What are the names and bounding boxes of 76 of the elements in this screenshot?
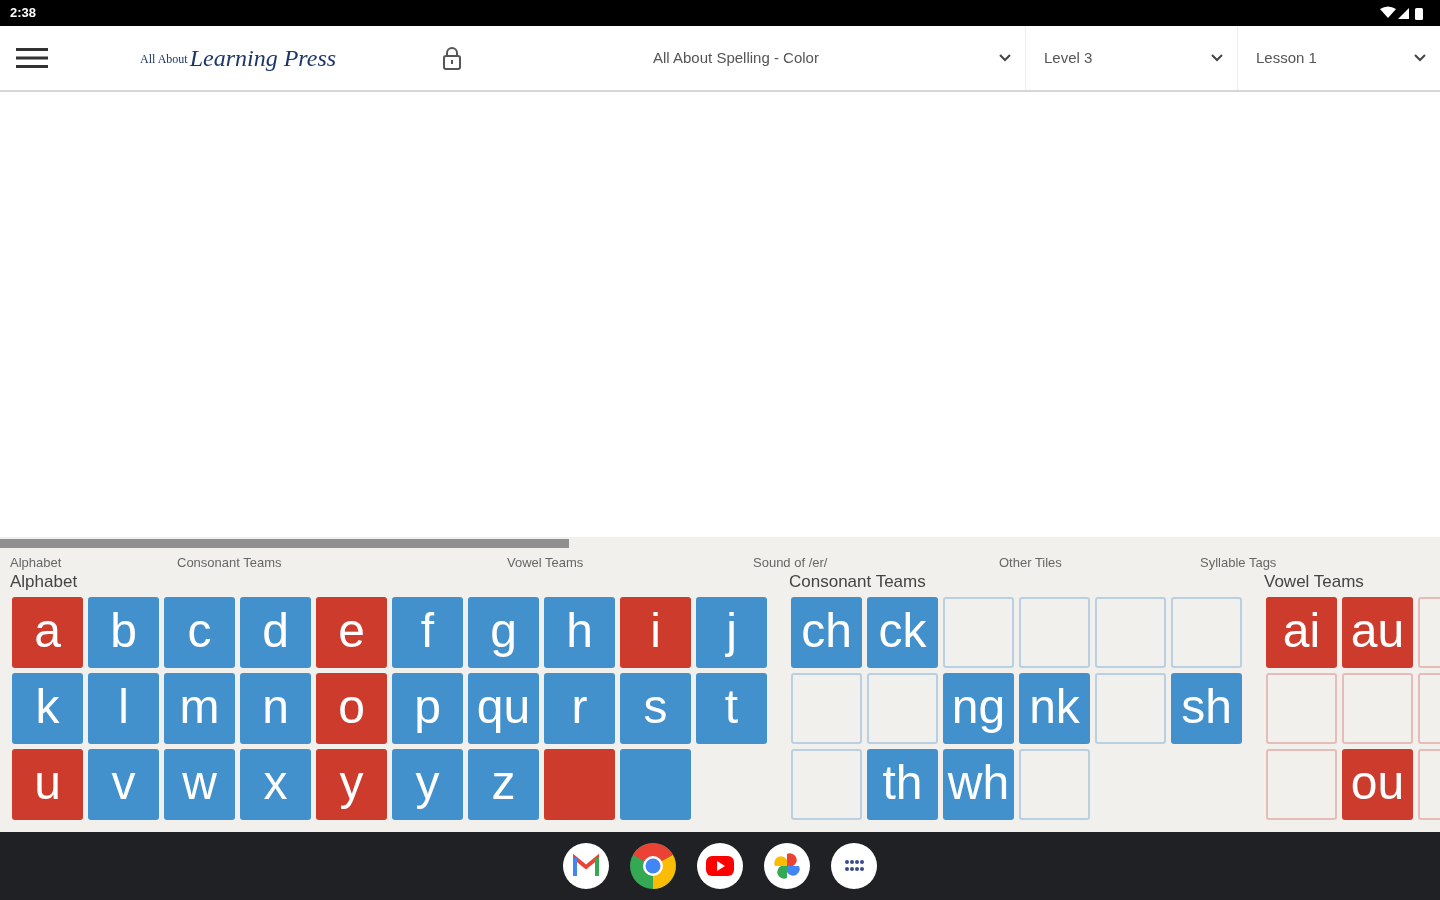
blank-tile[interactable] [620, 749, 691, 820]
letter-tile[interactable]: b [88, 597, 159, 668]
letter-tile[interactable]: f [392, 597, 463, 668]
logo: All AboutLearning Press [140, 46, 338, 70]
empty-slot[interactable] [943, 597, 1014, 668]
empty-slot[interactable] [791, 673, 862, 744]
empty-slot[interactable] [1019, 749, 1090, 820]
letter-tile[interactable]: j [696, 597, 767, 668]
letter-tile[interactable]: ai [1266, 597, 1337, 668]
empty-slot[interactable] [1266, 749, 1337, 820]
letter-tile[interactable]: th [867, 749, 938, 820]
pinwheel-icon[interactable] [764, 843, 810, 889]
section-tab[interactable]: Consonant Teams [177, 553, 282, 573]
letter-tile[interactable]: v [88, 749, 159, 820]
letter-tile[interactable]: y [392, 749, 463, 820]
empty-slot[interactable] [1019, 597, 1090, 668]
menu-icon[interactable] [16, 47, 48, 69]
empty-slot[interactable] [1095, 597, 1166, 668]
chevron-down-icon [1211, 54, 1223, 62]
letter-tile[interactable]: g [468, 597, 539, 668]
letter-tile[interactable]: sh [1171, 673, 1242, 744]
letter-tile[interactable]: nk [1019, 673, 1090, 744]
letter-tile[interactable]: wh [943, 749, 1014, 820]
apps-icon[interactable] [831, 843, 877, 889]
empty-slot[interactable] [791, 749, 862, 820]
section-tab[interactable]: Vowel Teams [507, 553, 584, 573]
letter-tile[interactable]: n [240, 673, 311, 744]
section-title: Consonant Teams [789, 572, 927, 592]
letter-tile[interactable]: qu [468, 673, 539, 744]
letter-tile[interactable]: ck [867, 597, 938, 668]
empty-slot[interactable] [1095, 673, 1166, 744]
mail-icon[interactable] [563, 843, 609, 889]
letter-tile[interactable]: s [620, 673, 691, 744]
letter-tile[interactable]: e [316, 597, 387, 668]
letter-tile[interactable]: k [12, 673, 83, 744]
empty-slot[interactable] [1342, 673, 1413, 744]
letter-tile[interactable]: m [164, 673, 235, 744]
letter-tile[interactable]: u [12, 749, 83, 820]
dropdown[interactable]: Level 3 [1025, 26, 1237, 90]
letter-tile[interactable]: y [316, 749, 387, 820]
letter-tile[interactable]: a [12, 597, 83, 668]
empty-slot[interactable] [867, 673, 938, 744]
section-tab[interactable]: Syllable Tags [1200, 553, 1277, 573]
letter-tile[interactable]: c [164, 597, 235, 668]
letter-tile[interactable]: r [544, 673, 615, 744]
browser-icon[interactable] [630, 843, 676, 889]
letter-tile[interactable]: ou [1342, 749, 1413, 820]
letter-tile[interactable]: w [164, 749, 235, 820]
letter-tile[interactable]: p [392, 673, 463, 744]
letter-tile[interactable]: ch [791, 597, 862, 668]
video-icon[interactable] [697, 843, 743, 889]
letter-tile[interactable]: o [316, 673, 387, 744]
section-tab[interactable]: Other Tiles [999, 553, 1062, 573]
scrollbar-thumb[interactable] [0, 539, 569, 548]
letter-tile[interactable]: i [620, 597, 691, 668]
letter-tile[interactable]: z [468, 749, 539, 820]
section-tab[interactable]: Alphabet [10, 553, 62, 573]
status-time: 2:38 [10, 4, 37, 23]
letter-tile[interactable]: au [1342, 597, 1413, 668]
letter-tile[interactable]: d [240, 597, 311, 668]
dropdown[interactable]: Lesson 1 [1237, 26, 1440, 90]
chevron-down-icon [1414, 54, 1426, 62]
lock-icon[interactable] [443, 46, 461, 70]
section-title: Alphabet [10, 572, 79, 592]
blank-tile[interactable] [544, 749, 615, 820]
section-tab[interactable]: Sound of /er/ [753, 553, 828, 573]
letter-tile[interactable]: l [88, 673, 159, 744]
section-title: Vowel Teams [1264, 572, 1365, 592]
empty-slot[interactable] [1266, 673, 1337, 744]
letter-tile[interactable]: t [696, 673, 767, 744]
letter-tile[interactable]: ng [943, 673, 1014, 744]
dropdown[interactable]: All About Spelling - Color [635, 26, 1025, 90]
letter-tile[interactable]: h [544, 597, 615, 668]
empty-slot[interactable] [1171, 597, 1242, 668]
chevron-down-icon [999, 54, 1011, 62]
letter-tile[interactable]: x [240, 749, 311, 820]
